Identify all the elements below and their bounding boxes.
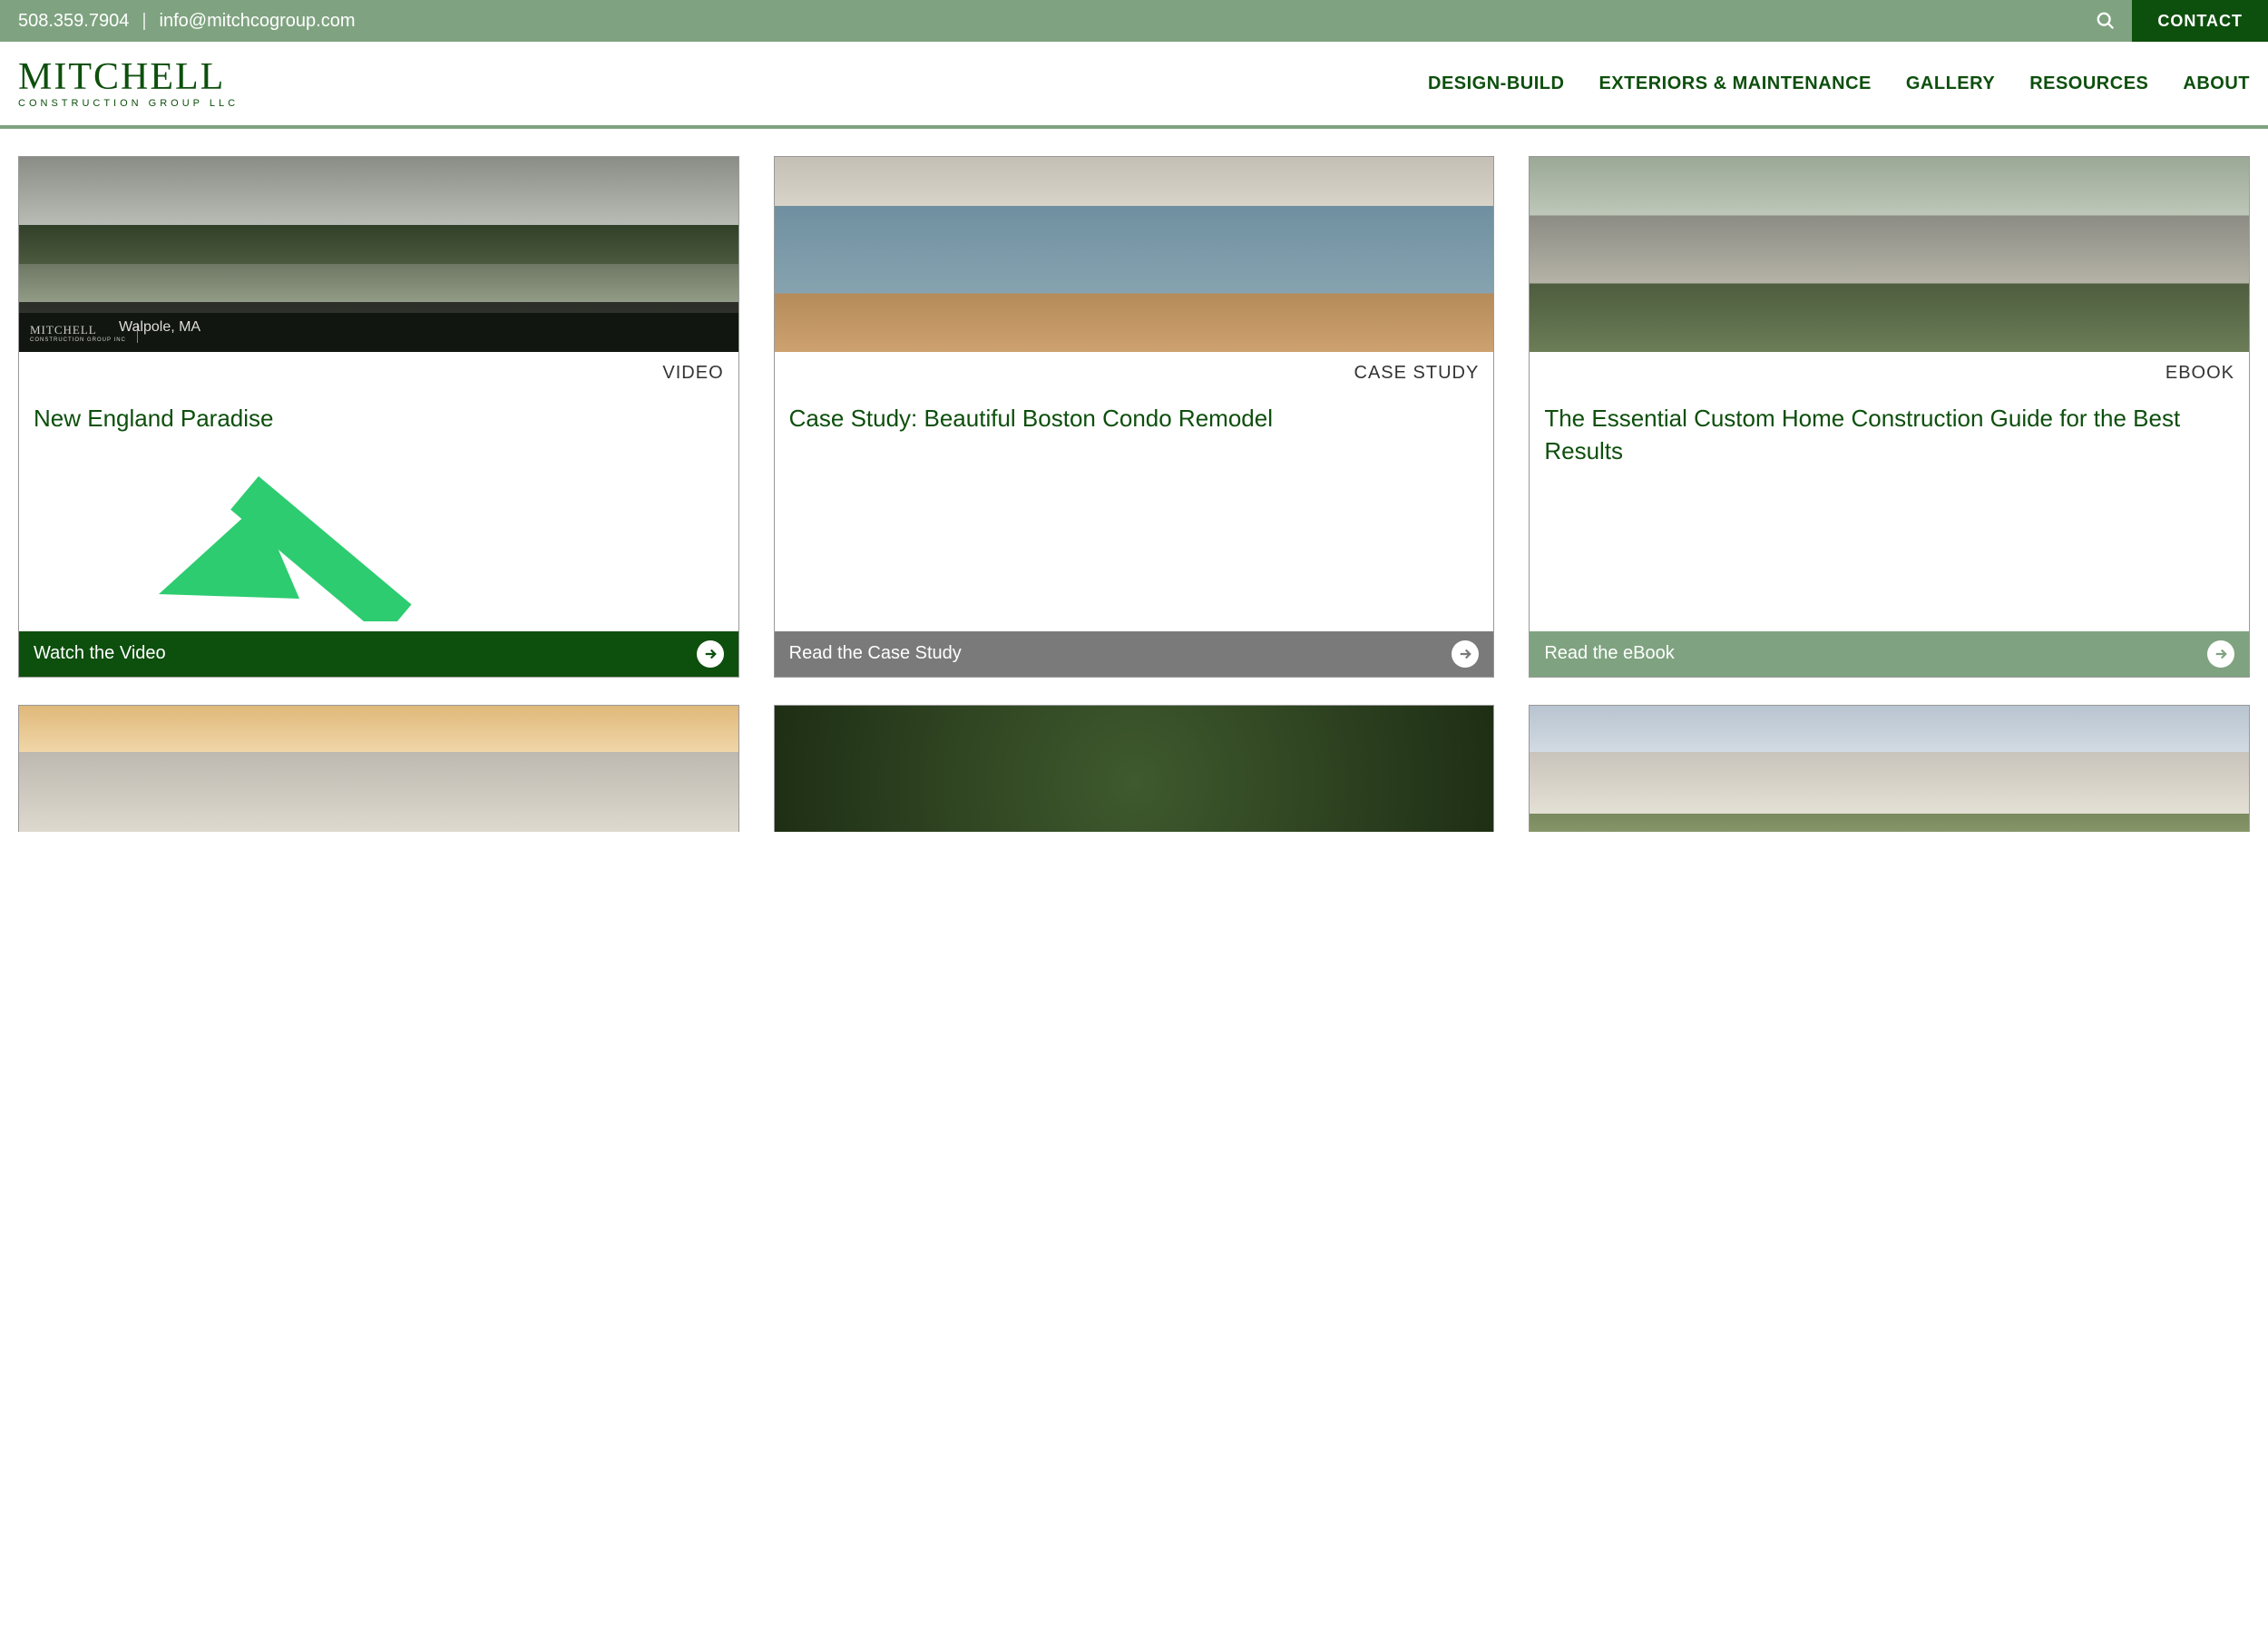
cta-label: Read the eBook — [1544, 643, 1674, 664]
card-case-study[interactable]: CASE STUDY Case Study: Beautiful Boston … — [774, 156, 1495, 678]
divider: | — [142, 11, 146, 32]
image-caption: Walpole, MA — [119, 319, 200, 336]
email-link[interactable]: info@mitchcogroup.com — [160, 11, 356, 32]
card-image — [1530, 706, 2249, 832]
card-cta-read-ebook[interactable]: Read the eBook — [1530, 631, 2249, 677]
search-button[interactable] — [2079, 0, 2132, 42]
card-tag: VIDEO — [19, 352, 738, 384]
top-bar-left: 508.359.7904 | info@mitchcogroup.com — [18, 11, 356, 32]
nav-resources[interactable]: RESOURCES — [2029, 73, 2148, 94]
card-image — [19, 706, 738, 832]
arrow-right-icon — [2207, 640, 2234, 668]
card-image: MITCHELL CONSTRUCTION GROUP INC Walpole,… — [19, 157, 738, 352]
card-row2-1[interactable] — [18, 705, 739, 832]
card-row2-2[interactable] — [774, 705, 1495, 832]
card-tag: EBOOK — [1530, 352, 2249, 384]
cards-grid: MITCHELL CONSTRUCTION GROUP INC Walpole,… — [0, 129, 2268, 678]
contact-button[interactable]: CONTACT — [2132, 0, 2268, 42]
card-video[interactable]: MITCHELL CONSTRUCTION GROUP INC Walpole,… — [18, 156, 739, 678]
card-title: The Essential Custom Home Construction G… — [1530, 384, 2249, 468]
top-bar: 508.359.7904 | info@mitchcogroup.com CON… — [0, 0, 2268, 42]
card-row2-3[interactable] — [1529, 705, 2250, 832]
card-ebook[interactable]: EBOOK The Essential Custom Home Construc… — [1529, 156, 2250, 678]
nav-exteriors[interactable]: EXTERIORS & MAINTENANCE — [1598, 73, 1871, 94]
cta-label: Read the Case Study — [789, 643, 962, 664]
phone-link[interactable]: 508.359.7904 — [18, 11, 129, 32]
logo-main: MITCHELL — [18, 58, 239, 96]
card-image — [1530, 157, 2249, 352]
nav-gallery[interactable]: GALLERY — [1906, 73, 1995, 94]
top-bar-right: CONTACT — [2079, 0, 2268, 42]
arrow-right-icon — [1452, 640, 1479, 668]
cards-grid-row2 — [0, 678, 2268, 832]
logo[interactable]: MITCHELL CONSTRUCTION GROUP LLC — [18, 58, 239, 109]
card-title: Case Study: Beautiful Boston Condo Remod… — [775, 384, 1494, 434]
nav-links: DESIGN-BUILD EXTERIORS & MAINTENANCE GAL… — [1428, 73, 2250, 94]
cta-label: Watch the Video — [34, 643, 166, 664]
arrow-right-icon — [697, 640, 724, 668]
card-image — [775, 706, 1494, 832]
nav-about[interactable]: ABOUT — [2183, 73, 2250, 94]
nav-design-build[interactable]: DESIGN-BUILD — [1428, 73, 1564, 94]
search-icon — [2096, 11, 2116, 31]
logo-sub: CONSTRUCTION GROUP LLC — [18, 98, 239, 109]
card-image — [775, 157, 1494, 352]
card-title: New England Paradise — [19, 384, 738, 434]
card-cta-read-case-study[interactable]: Read the Case Study — [775, 631, 1494, 677]
nav-bar: MITCHELL CONSTRUCTION GROUP LLC DESIGN-B… — [0, 42, 2268, 125]
card-cta-watch-video[interactable]: Watch the Video — [19, 631, 738, 677]
card-tag: CASE STUDY — [775, 352, 1494, 384]
